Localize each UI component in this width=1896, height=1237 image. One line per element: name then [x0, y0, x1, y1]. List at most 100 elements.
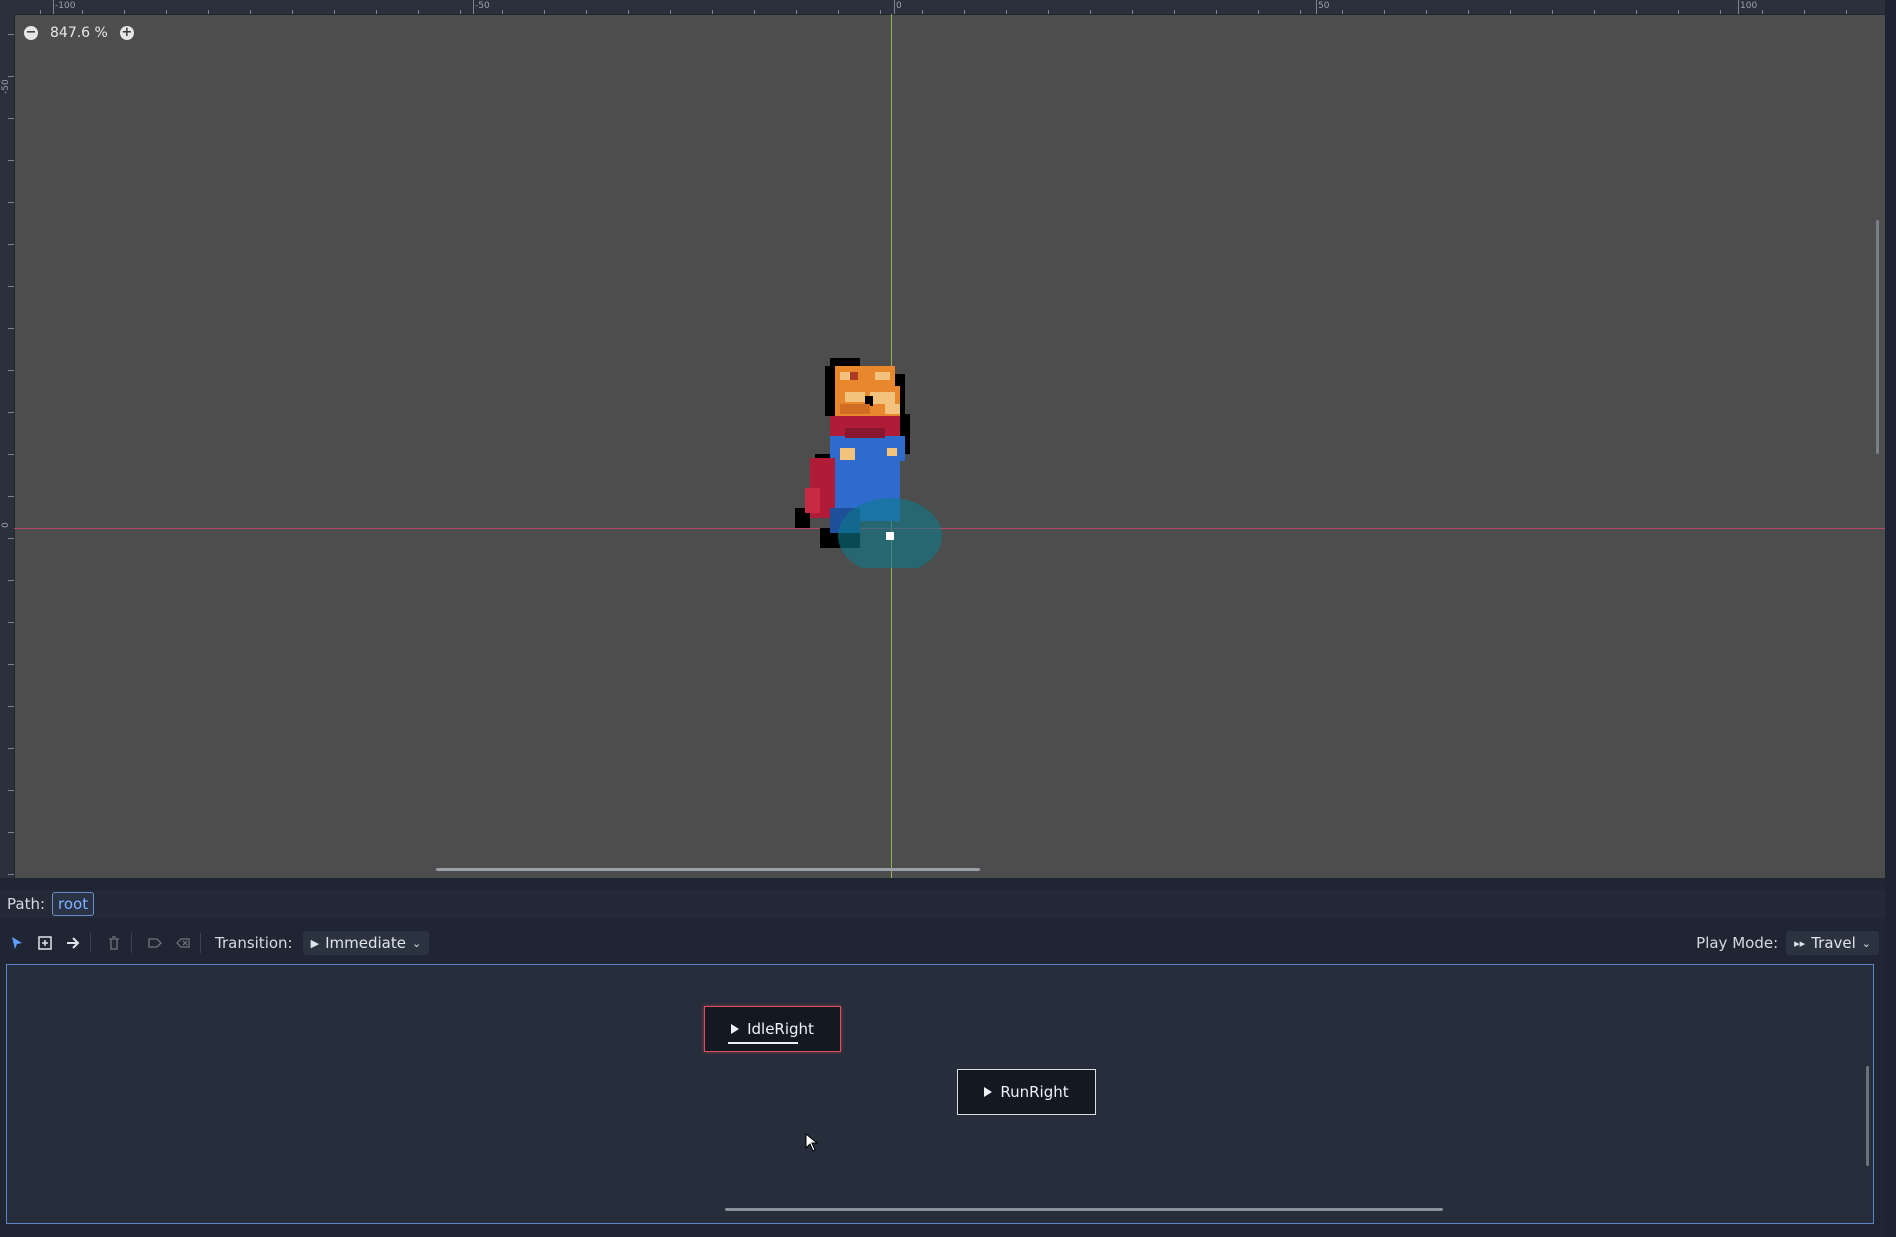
graph-horizontal-scrollbar[interactable] — [725, 1208, 1443, 1211]
canvas-viewport[interactable]: -100 -50 0 50 100 -50 0 − 847.6 % + — [0, 0, 1885, 878]
chevron-down-icon: ⌄ — [411, 936, 422, 950]
ruler-tick — [964, 10, 965, 14]
state-node-idleright[interactable]: IdleRight — [704, 1006, 841, 1052]
ruler-tick — [40, 10, 41, 14]
ruler-tick — [1594, 10, 1595, 14]
create-node-button[interactable] — [34, 932, 56, 954]
ruler-tick — [1804, 10, 1805, 14]
ruler-label: 50 — [1318, 1, 1330, 11]
playback-progress-bar — [728, 1042, 798, 1044]
animation-tree-panel: Path: root Transition: ▶ Immediate ⌄ Pla… — [0, 878, 1885, 1237]
ruler-tick — [502, 10, 503, 14]
ruler-tick — [796, 10, 797, 14]
path-label: Path: — [7, 895, 46, 913]
ruler-tick — [8, 538, 14, 539]
minus-circle-icon: − — [25, 25, 37, 40]
connect-nodes-button[interactable] — [62, 932, 84, 954]
state-node-label: IdleRight — [747, 1020, 814, 1038]
zoom-in-button[interactable]: + — [119, 25, 134, 40]
ruler-tick — [460, 10, 461, 14]
ruler-label: 0 — [1, 522, 11, 528]
ruler-label: -50 — [1, 79, 11, 94]
zoom-level-label[interactable]: 847.6 % — [50, 25, 108, 41]
ruler-label: 100 — [1740, 1, 1758, 11]
ruler-label: -100 — [55, 1, 76, 11]
ruler-tick — [1300, 10, 1301, 14]
ruler-tick — [1552, 10, 1553, 14]
ruler-tick — [1762, 10, 1763, 14]
ruler-tick — [880, 10, 881, 14]
state-node-runright[interactable]: RunRight — [957, 1069, 1096, 1115]
ruler-tick — [628, 10, 629, 14]
ruler-tick — [1174, 10, 1175, 14]
remove-button[interactable] — [172, 932, 194, 954]
ruler-tick — [8, 286, 14, 287]
play-icon[interactable] — [984, 1087, 993, 1097]
delete-icon — [109, 936, 119, 950]
ruler-tick — [8, 874, 14, 875]
x-axis-line — [14, 528, 1885, 529]
ruler-tick — [250, 10, 251, 14]
ruler-tick — [8, 160, 14, 161]
ruler-tick — [334, 10, 335, 14]
vertical-ruler: -50 0 — [0, 14, 15, 878]
ruler-tick — [1216, 10, 1217, 14]
set-end-button[interactable] — [144, 932, 166, 954]
ruler-tick — [544, 10, 545, 14]
play-icon: ▶ — [310, 936, 320, 950]
play-mode-value: Travel — [1811, 934, 1856, 952]
create-node-icon — [38, 936, 52, 950]
ruler-tick — [166, 10, 167, 14]
connect-nodes-icon — [67, 937, 80, 949]
ruler-tick — [8, 244, 14, 245]
path-root-button[interactable]: root — [52, 892, 95, 916]
ruler-tick — [1006, 10, 1007, 14]
ruler-tick — [8, 748, 14, 749]
play-mode-label: Play Mode: — [1696, 934, 1779, 952]
transition-dropdown[interactable]: ▶ Immediate ⌄ — [302, 931, 430, 955]
ruler-tick — [8, 664, 14, 665]
character-sprite[interactable] — [795, 358, 945, 568]
state-machine-graph[interactable]: IdleRight RunRight — [6, 964, 1874, 1224]
plus-circle-icon: + — [121, 25, 133, 40]
viewport-vertical-scrollbar[interactable] — [1876, 220, 1879, 454]
ruler-tick — [8, 496, 14, 497]
ruler-tick — [1384, 10, 1385, 14]
play-mode-group: Play Mode: ▸▸ Travel ⌄ — [1696, 928, 1879, 958]
ruler-tick — [754, 10, 755, 14]
ruler-tick — [1048, 10, 1049, 14]
select-tool-icon — [12, 937, 22, 949]
toolbar-separator — [200, 933, 201, 953]
ruler-tick — [1720, 10, 1721, 14]
chevron-down-icon: ⌄ — [1861, 936, 1871, 950]
ruler-major-tick — [894, 0, 895, 14]
ruler-tick — [208, 10, 209, 14]
set-end-icon — [148, 938, 162, 948]
ruler-tick — [8, 328, 14, 329]
delete-button[interactable] — [103, 932, 125, 954]
state-machine-toolbar: Transition: ▶ Immediate ⌄ Play Mode: ▸▸ … — [0, 928, 1885, 958]
ruler-tick — [292, 10, 293, 14]
ruler-tick — [8, 76, 14, 77]
play-mode-dropdown[interactable]: ▸▸ Travel ⌄ — [1786, 931, 1879, 955]
state-node-label: RunRight — [1000, 1083, 1069, 1101]
ruler-label: 0 — [896, 1, 902, 11]
toolbar-separator — [90, 933, 91, 953]
play-icon[interactable] — [731, 1024, 740, 1034]
horizontal-ruler: -100 -50 0 50 100 — [0, 0, 1885, 15]
graph-vertical-scrollbar[interactable] — [1866, 1066, 1869, 1166]
ruler-tick — [1342, 10, 1343, 14]
select-tool-button[interactable] — [6, 932, 28, 954]
ruler-tick — [1090, 10, 1091, 14]
ruler-tick — [1678, 10, 1679, 14]
ruler-tick — [8, 118, 14, 119]
ruler-tick — [838, 10, 839, 14]
ruler-tick — [418, 10, 419, 14]
ruler-tick — [1132, 10, 1133, 14]
ruler-major-tick — [473, 0, 474, 14]
zoom-out-button[interactable]: − — [24, 26, 38, 40]
ruler-tick — [8, 580, 14, 581]
viewport-horizontal-scrollbar[interactable] — [436, 868, 980, 871]
remove-icon — [176, 938, 190, 948]
ruler-tick — [8, 622, 14, 623]
